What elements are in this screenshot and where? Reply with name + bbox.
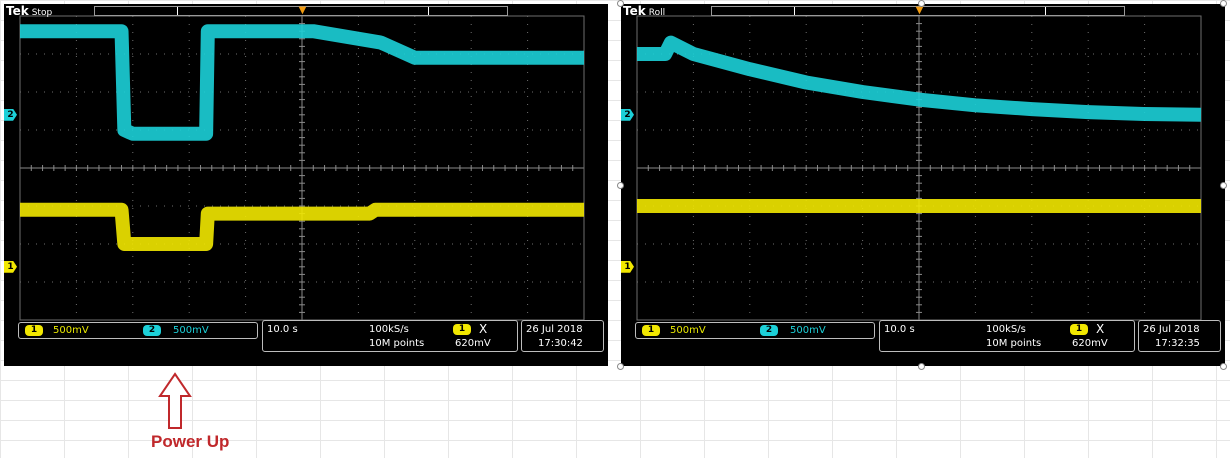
resize-handle[interactable]: [1220, 363, 1227, 370]
time: 17:30:42: [538, 338, 583, 349]
brand-logo: Tek: [6, 4, 29, 18]
ch2-scale: 500mV: [790, 325, 826, 336]
scope-header: Tek Roll: [623, 4, 665, 18]
up-arrow-icon: [158, 372, 192, 429]
ch2-scale: 500mV: [173, 325, 209, 336]
ch1-scale: 500mV: [670, 325, 706, 336]
power-up-label: Power Up: [151, 432, 230, 451]
resize-handle[interactable]: [1220, 182, 1227, 189]
time: 17:32:35: [1155, 338, 1200, 349]
trigger-level: 620mV: [455, 338, 491, 349]
ch1-badge: 1: [25, 325, 43, 336]
brand-logo: Tek: [623, 4, 646, 18]
vertical-scale-readout[interactable]: 1 500mV 2 500mV: [635, 322, 875, 339]
trigger-slope-icon: X: [479, 322, 488, 336]
ch2-badge: 2: [143, 325, 161, 336]
vertical-scale-readout[interactable]: 1 500mV 2 500mV: [18, 322, 258, 339]
date-time-readout: 26 Jul 2018 17:30:42: [521, 320, 604, 352]
date: 26 Jul 2018: [1143, 324, 1200, 335]
horizontal-trigger-readout[interactable]: 10.0 s 100kS/s 10M points 1 X 620mV: [262, 320, 518, 352]
ch2-badge: 2: [760, 325, 778, 336]
graticule-svg: [19, 15, 585, 321]
acquisition-mode: Roll: [648, 8, 666, 18]
sample-rate: 100kS/s: [369, 324, 409, 335]
time-per-division: 10.0 s: [884, 324, 915, 335]
record-length: 10M points: [369, 338, 425, 349]
resize-handle[interactable]: [918, 363, 925, 370]
trigger-level: 620mV: [1072, 338, 1108, 349]
date-time-readout: 26 Jul 2018 17:32:35: [1138, 320, 1221, 352]
scope-screen-left: Tek Stop ▼ 2 1 1 500mV 2 500mV 10.0 s 100kS/s 10M p…: [4, 4, 608, 366]
resize-handle[interactable]: [617, 182, 624, 189]
sample-rate: 100kS/s: [986, 324, 1026, 335]
ch1-badge: 1: [642, 325, 660, 336]
scope-screen-right: Tek Roll ▼ 2 1 1 500mV 2 500mV 10.0 s 100kS/s 10M p…: [621, 4, 1225, 366]
trigger-source-badge: 1: [1070, 324, 1088, 335]
trigger-slope-icon: X: [1096, 322, 1105, 336]
resize-handle[interactable]: [918, 0, 925, 7]
resize-handle[interactable]: [617, 363, 624, 370]
resize-handle[interactable]: [617, 0, 624, 7]
graticule-svg: [636, 15, 1202, 321]
trigger-source-badge: 1: [453, 324, 471, 335]
record-length: 10M points: [986, 338, 1042, 349]
time-per-division: 10.0 s: [267, 324, 298, 335]
acquisition-mode: Stop: [31, 8, 53, 18]
ch1-scale: 500mV: [53, 325, 89, 336]
resize-handle[interactable]: [1220, 0, 1227, 7]
scope-header: Tek Stop: [6, 4, 52, 18]
trigger-position-icon: ▼: [298, 5, 307, 16]
date: 26 Jul 2018: [526, 324, 583, 335]
horizontal-trigger-readout[interactable]: 10.0 s 100kS/s 10M points 1 X 620mV: [879, 320, 1135, 352]
